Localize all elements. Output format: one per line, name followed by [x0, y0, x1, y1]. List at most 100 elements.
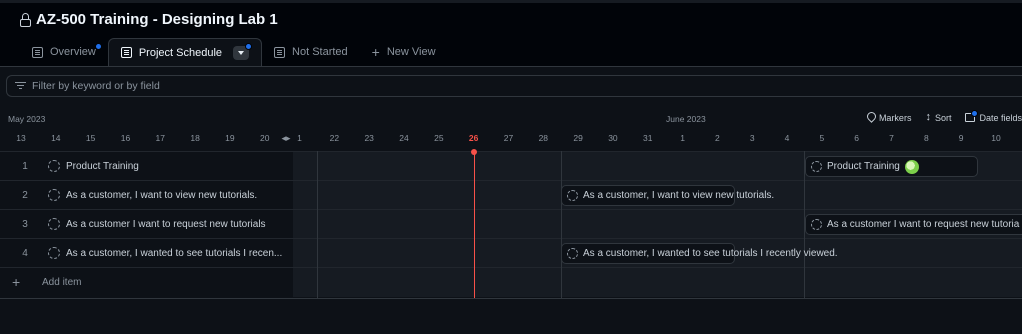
- table-row[interactable]: 4 As a customer, I wanted to see tutoria…: [0, 239, 1022, 268]
- day-label: 23: [364, 133, 374, 143]
- filter-icon: [15, 82, 26, 90]
- plus-icon: +: [371, 44, 380, 60]
- draft-status-icon: [811, 161, 822, 172]
- item-title[interactable]: As a customer, I want to view new tutori…: [66, 190, 286, 201]
- day-label: 16: [120, 133, 131, 143]
- month-label: June 2023: [666, 114, 706, 124]
- markers-label: Markers: [878, 112, 912, 123]
- markers-button[interactable]: Markers: [866, 112, 912, 123]
- row-number: 1: [22, 161, 28, 172]
- day-label: 1: [680, 133, 685, 143]
- today-marker: [471, 149, 477, 155]
- today-line: [474, 151, 475, 298]
- day-label: 8: [923, 133, 929, 143]
- top-border: [0, 0, 1022, 3]
- tab-label: Not Started: [292, 46, 348, 58]
- day-label: 5: [819, 133, 825, 143]
- table-icon: [274, 46, 286, 58]
- lock-icon: [20, 12, 31, 27]
- notification-dot: [971, 110, 979, 117]
- date-fields-button[interactable]: Date fields: [965, 110, 1022, 123]
- draft-status-icon: [48, 189, 60, 201]
- tab-not-started[interactable]: Not Started: [262, 38, 360, 66]
- day-label: 22: [329, 133, 340, 143]
- month-label: May 2023: [8, 114, 46, 124]
- day-label: 20: [260, 133, 270, 143]
- draft-status-icon: [567, 190, 578, 201]
- date-fields-label: Date fields: [979, 112, 1022, 123]
- day-label: 25: [434, 133, 444, 143]
- day-label: 27: [503, 133, 514, 143]
- marker-icon: [866, 112, 875, 123]
- row-number: 2: [22, 190, 28, 201]
- timeline-bar[interactable]: As a customer, I want to view new tutori…: [561, 185, 774, 206]
- project-title: AZ-500 Training - Designing Lab 1: [20, 11, 278, 28]
- notification-dot: [245, 42, 253, 50]
- day-label: 30: [608, 133, 618, 143]
- footer-area: [0, 298, 1022, 334]
- draft-status-icon: [811, 219, 822, 230]
- notification-dot: [94, 43, 102, 50]
- day-label: 6: [854, 133, 860, 143]
- bar-label: As a customer I want to request new tuto…: [827, 219, 1020, 230]
- project-panel: Filter by keyword or by field May 2023 J…: [0, 66, 1022, 334]
- add-item-label: Add item: [42, 277, 82, 288]
- bar-label: As a customer, I wanted to see tutorials…: [583, 248, 838, 259]
- draft-status-icon: [567, 248, 578, 259]
- day-label: 3: [749, 133, 755, 143]
- row-number: 3: [22, 219, 28, 230]
- day-label: 31: [643, 133, 653, 143]
- day-label: 2: [715, 133, 720, 143]
- tab-overview[interactable]: Overview: [20, 38, 108, 66]
- day-label: 10: [991, 133, 1001, 143]
- week-divider: [317, 151, 318, 298]
- day-label: 29: [573, 133, 583, 143]
- day-label: 18: [190, 133, 200, 143]
- tab-label: Project Schedule: [138, 46, 223, 59]
- item-title[interactable]: As a customer, I wanted to see tutorials…: [66, 248, 286, 259]
- day-label: 19: [225, 133, 235, 143]
- sort-label: Sort: [934, 112, 952, 123]
- new-view-button[interactable]: + New View: [360, 38, 448, 66]
- plus-icon: +: [12, 274, 21, 290]
- sort-icon: ↕: [925, 111, 931, 123]
- table-icon: [120, 47, 132, 58]
- view-options-button[interactable]: [233, 42, 253, 60]
- view-tabs: Overview Project Schedule Not Started + …: [20, 38, 448, 66]
- scroll-handle-icon[interactable]: ◂▸: [281, 133, 290, 144]
- board-icon: [32, 46, 43, 58]
- page-title: AZ-500 Training - Designing Lab 1: [36, 11, 278, 28]
- timeline-bar[interactable]: As a customer, I wanted to see tutorials…: [561, 243, 838, 264]
- bar-label: As a customer, I want to view new tutori…: [583, 190, 775, 201]
- tab-project-schedule[interactable]: Project Schedule: [107, 38, 263, 66]
- draft-status-icon: [48, 247, 60, 259]
- day-label: 4: [784, 133, 790, 143]
- day-label: 17: [155, 133, 165, 143]
- tab-label: Overview: [50, 46, 96, 58]
- calendar-icon: [965, 110, 979, 122]
- row-number: 4: [22, 248, 28, 259]
- timeline-bar[interactable]: Product Training: [805, 156, 978, 177]
- day-header: ◂▸ 13 14 15 16 17 18 19 20 1 22 23 24 25 26 27 28 29 30 31…: [0, 133, 1022, 149]
- draft-status-icon: [48, 160, 60, 172]
- day-label: 7: [889, 133, 894, 143]
- table-row[interactable]: 2 As a customer, I want to view new tuto…: [0, 181, 1022, 210]
- filter-input[interactable]: Filter by keyword or by field: [6, 75, 1022, 97]
- sort-button[interactable]: ↕ Sort: [925, 112, 951, 123]
- new-view-label: New View: [386, 46, 436, 58]
- add-item-button[interactable]: + Add item: [0, 268, 293, 297]
- item-title[interactable]: Product Training: [66, 161, 286, 172]
- day-label: 28: [538, 133, 549, 143]
- day-label: 1: [297, 133, 302, 143]
- bar-label: Product Training: [827, 161, 900, 172]
- week-divider: [561, 151, 562, 298]
- timeline-bar[interactable]: As a customer I want to request new tuto…: [805, 214, 1022, 235]
- day-label: 13: [16, 133, 26, 143]
- day-label: 24: [399, 133, 409, 143]
- item-title[interactable]: As a customer I want to request new tuto…: [66, 219, 286, 230]
- day-label: 14: [51, 133, 61, 143]
- day-label: 15: [85, 133, 96, 143]
- filter-placeholder: Filter by keyword or by field: [32, 80, 160, 92]
- avatar: [904, 159, 919, 174]
- draft-status-icon: [48, 218, 60, 230]
